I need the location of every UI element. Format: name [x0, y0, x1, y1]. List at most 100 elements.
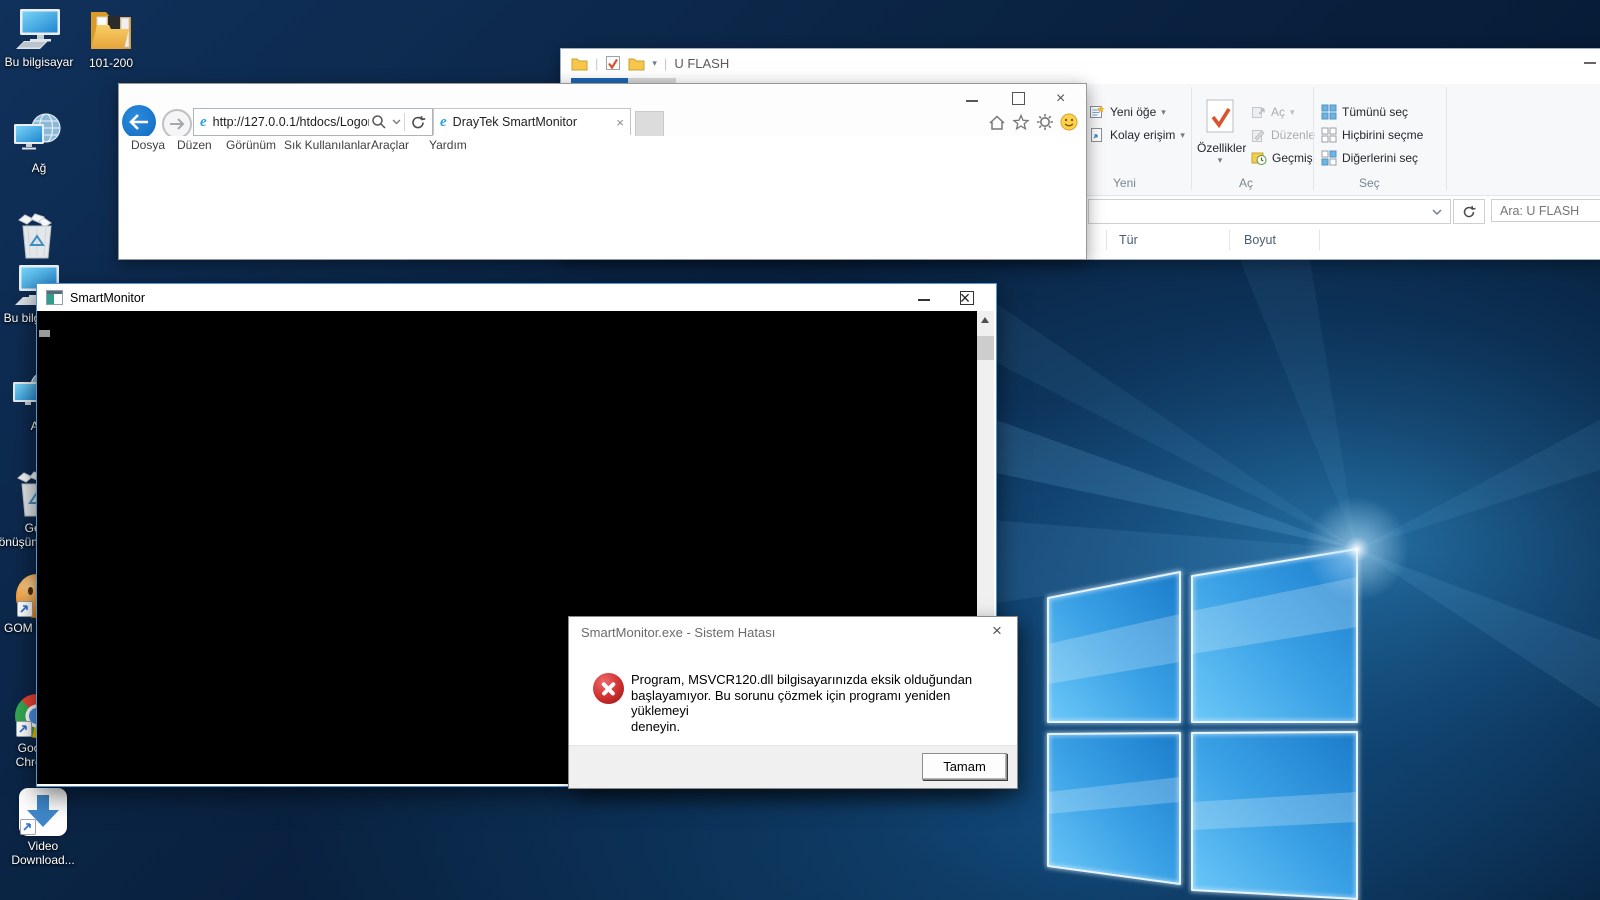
ribbon-easy-access-button[interactable]: Kolay erişim▾: [1089, 126, 1185, 144]
shortcut-arrow-icon: [17, 601, 33, 617]
forward-button[interactable]: [162, 109, 192, 139]
ie-page-content: DrayTek Smart Monitor: [119, 156, 1086, 258]
properties-check-icon[interactable]: [605, 55, 621, 71]
menu-view[interactable]: Görünüm: [226, 138, 276, 152]
scroll-up-icon[interactable]: [981, 317, 989, 323]
divider: [1319, 230, 1320, 250]
smiley-icon[interactable]: [1060, 113, 1078, 131]
shortcut-arrow-icon: [16, 721, 32, 737]
network-globe-icon: [12, 112, 66, 158]
chevron-down-icon[interactable]: [1432, 209, 1442, 215]
tab-title: DrayTek SmartMonitor: [453, 115, 617, 129]
smartmonitor-app-icon: [46, 290, 63, 305]
error-message: Program, MSVCR120.dll bilgisayarınızda e…: [631, 672, 1006, 734]
home-icon[interactable]: [988, 114, 1006, 131]
explorer-titlebar[interactable]: | ▾ | U FLASH: [561, 49, 1600, 78]
minimize-button[interactable]: [966, 92, 982, 106]
close-icon[interactable]: ×: [987, 621, 1007, 641]
menu-help[interactable]: Yardım: [429, 138, 467, 152]
chevron-down-icon: ▾: [1180, 130, 1185, 141]
explorer-search-input[interactable]: [1491, 199, 1600, 222]
new-tab-button[interactable]: [635, 111, 664, 137]
folder-icon: [571, 56, 588, 71]
icon-label: Ağ: [32, 161, 47, 175]
url-text[interactable]: http://127.0.0.1/htdocs/Logon: [213, 115, 369, 129]
menu-tools[interactable]: Araçlar: [371, 138, 409, 152]
icon-label: 101-200: [89, 56, 133, 70]
refresh-button[interactable]: [1453, 199, 1485, 224]
maximize-button[interactable]: [1012, 92, 1028, 106]
ribbon-group-label-new: Yeni: [1113, 176, 1136, 190]
ribbon-group-label-select: Seç: [1359, 176, 1380, 190]
select-none-icon: [1321, 127, 1337, 143]
chevron-down-icon[interactable]: [392, 119, 401, 125]
divider: [1106, 230, 1107, 250]
ie-window: e http://127.0.0.1/htdocs/Logon e DrayTe…: [118, 83, 1087, 260]
menu-file[interactable]: Dosya: [131, 138, 165, 152]
easy-access-icon: [1089, 127, 1105, 143]
chevron-down-icon: ▾: [1161, 107, 1166, 118]
refresh-icon: [1462, 205, 1476, 219]
divider: |: [664, 56, 667, 71]
ie-logo-icon: e: [200, 114, 207, 131]
back-button[interactable]: [122, 105, 156, 139]
ribbon-invert-selection-button[interactable]: Diğerlerini seç: [1321, 149, 1418, 167]
ribbon-new-item-button[interactable]: Yeni öğe▾: [1089, 103, 1166, 121]
close-icon[interactable]: ×: [956, 288, 974, 309]
open-icon: [1251, 105, 1266, 120]
close-button[interactable]: [1004, 289, 1020, 303]
video-downloader-icon: [19, 788, 67, 836]
refresh-icon[interactable]: [411, 115, 426, 130]
window-title: U FLASH: [674, 56, 729, 71]
invert-selection-icon: [1321, 150, 1337, 166]
back-arrow-icon: [129, 114, 149, 130]
icon-label: Bu bilgisayar: [5, 55, 74, 69]
chevron-down-icon: ▾: [1197, 155, 1243, 166]
folder-icon[interactable]: [628, 56, 645, 71]
explorer-address-bar[interactable]: [1088, 199, 1451, 224]
desktop-icon-recycle-bin[interactable]: [12, 212, 62, 260]
divider: [1313, 87, 1314, 190]
new-item-icon: [1089, 104, 1105, 120]
close-button[interactable]: ×: [1056, 92, 1072, 106]
desktop-icon-video-downloader[interactable]: VideoDownload...: [12, 788, 74, 867]
minimize-icon[interactable]: [1584, 62, 1596, 64]
desktop-icon-network[interactable]: Ağ: [8, 112, 70, 175]
settings-gear-icon[interactable]: [1036, 113, 1054, 131]
window-title: SmartMonitor: [70, 291, 145, 305]
properties-check-icon: [1205, 98, 1235, 134]
column-header-type[interactable]: Tür: [1119, 233, 1138, 247]
column-header-size[interactable]: Boyut: [1244, 233, 1276, 247]
menu-edit[interactable]: Düzen: [177, 138, 212, 152]
divider: [1191, 87, 1192, 190]
ribbon-edit-button[interactable]: Düzenle: [1251, 126, 1315, 144]
ok-button[interactable]: Tamam: [922, 753, 1007, 780]
edit-pencil-icon: [1251, 128, 1266, 143]
ie-address-bar[interactable]: e http://127.0.0.1/htdocs/Logon: [193, 108, 433, 136]
ie-menu-bar: Dosya Düzen Görünüm Sık Kullanılanlar Ar…: [119, 136, 1086, 157]
desktop-icon-this-pc[interactable]: Bu bilgisayar: [2, 6, 76, 69]
scrollbar-thumb[interactable]: [977, 336, 994, 360]
error-icon: [593, 673, 624, 704]
favorites-star-icon[interactable]: [1012, 114, 1030, 131]
chevron-down-icon[interactable]: ▾: [652, 58, 657, 69]
recycle-bin-icon: [12, 212, 62, 260]
ribbon-history-button[interactable]: Geçmiş: [1251, 149, 1313, 167]
close-icon[interactable]: ×: [616, 115, 624, 130]
ribbon-group-label-open: Aç: [1239, 176, 1253, 190]
minimize-button[interactable]: [918, 291, 934, 305]
desktop: Bu bilgisayar 101-200 Ağ: [0, 0, 1600, 900]
ie-tab[interactable]: e DrayTek SmartMonitor ×: [433, 108, 631, 135]
smartmonitor-titlebar[interactable]: SmartMonitor: [37, 284, 996, 311]
shortcut-arrow-icon: [20, 819, 36, 835]
search-icon[interactable]: [371, 114, 387, 130]
dialog-title: SmartMonitor.exe - Sistem Hatası: [581, 625, 775, 640]
system-error-dialog: SmartMonitor.exe - Sistem Hatası × Progr…: [568, 616, 1018, 789]
ribbon-select-none-button[interactable]: Hiçbirini seçme: [1321, 126, 1423, 144]
divider: |: [595, 56, 598, 71]
menu-favorites[interactable]: Sık Kullanılanlar: [284, 138, 371, 152]
desktop-icon-folder-101-200[interactable]: 101-200: [80, 5, 142, 70]
ribbon-open-button[interactable]: Aç▾: [1251, 103, 1295, 121]
ribbon-select-all-button[interactable]: Tümünü seç: [1321, 103, 1408, 121]
ribbon-properties-button[interactable]: Özellikler ▾: [1197, 98, 1243, 166]
